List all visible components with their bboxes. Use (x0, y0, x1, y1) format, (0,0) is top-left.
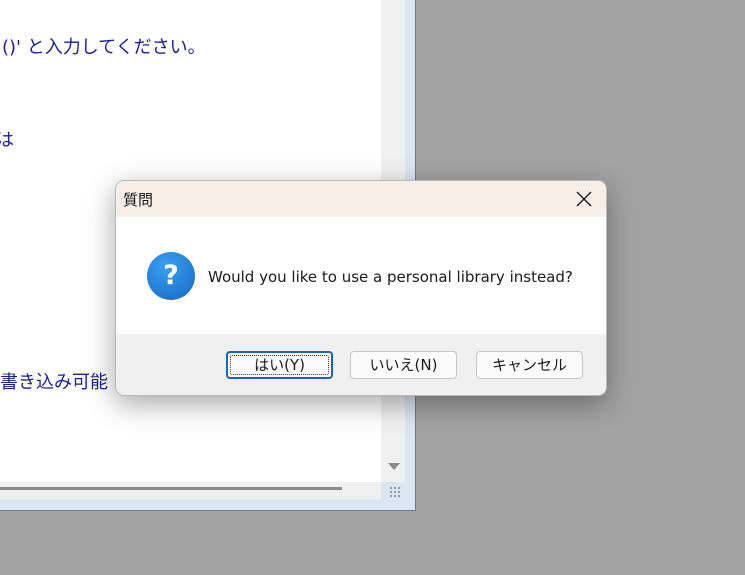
console-line-3: 書き込み可能 (0, 372, 108, 393)
cancel-button[interactable]: キャンセル (476, 351, 583, 379)
close-button[interactable] (560, 181, 606, 217)
dialog-title: 質問 (123, 191, 154, 209)
resize-grip-icon[interactable] (389, 486, 401, 498)
dialog-titlebar[interactable]: 質問 (116, 181, 606, 217)
dialog-message: Would you like to use a personal library… (208, 268, 573, 286)
horizontal-scrollbar[interactable] (0, 482, 381, 499)
console-line-1-text: ()' と入力してください。 (2, 37, 206, 58)
no-button[interactable]: いいえ(N) (350, 351, 457, 379)
console-line-2: は (0, 130, 14, 151)
focus-rectangle (230, 355, 329, 375)
console-line-1: ()' と入力してください。 (2, 33, 206, 59)
no-button-label: いいえ(N) (369, 356, 438, 374)
dialog-button-bar: はい(Y) いいえ(N) キャンセル (116, 334, 606, 395)
cancel-button-label: キャンセル (491, 356, 567, 374)
horizontal-scroll-thumb[interactable] (0, 487, 342, 490)
question-dialog: 質問 ? Would you like to use a personal li… (115, 180, 607, 396)
dialog-content: ? Would you like to use a personal libra… (116, 217, 606, 334)
yes-button[interactable]: はい(Y) (226, 351, 333, 379)
question-icon: ? (147, 252, 195, 300)
close-icon (576, 191, 592, 207)
scroll-down-arrow-icon[interactable] (388, 463, 400, 470)
